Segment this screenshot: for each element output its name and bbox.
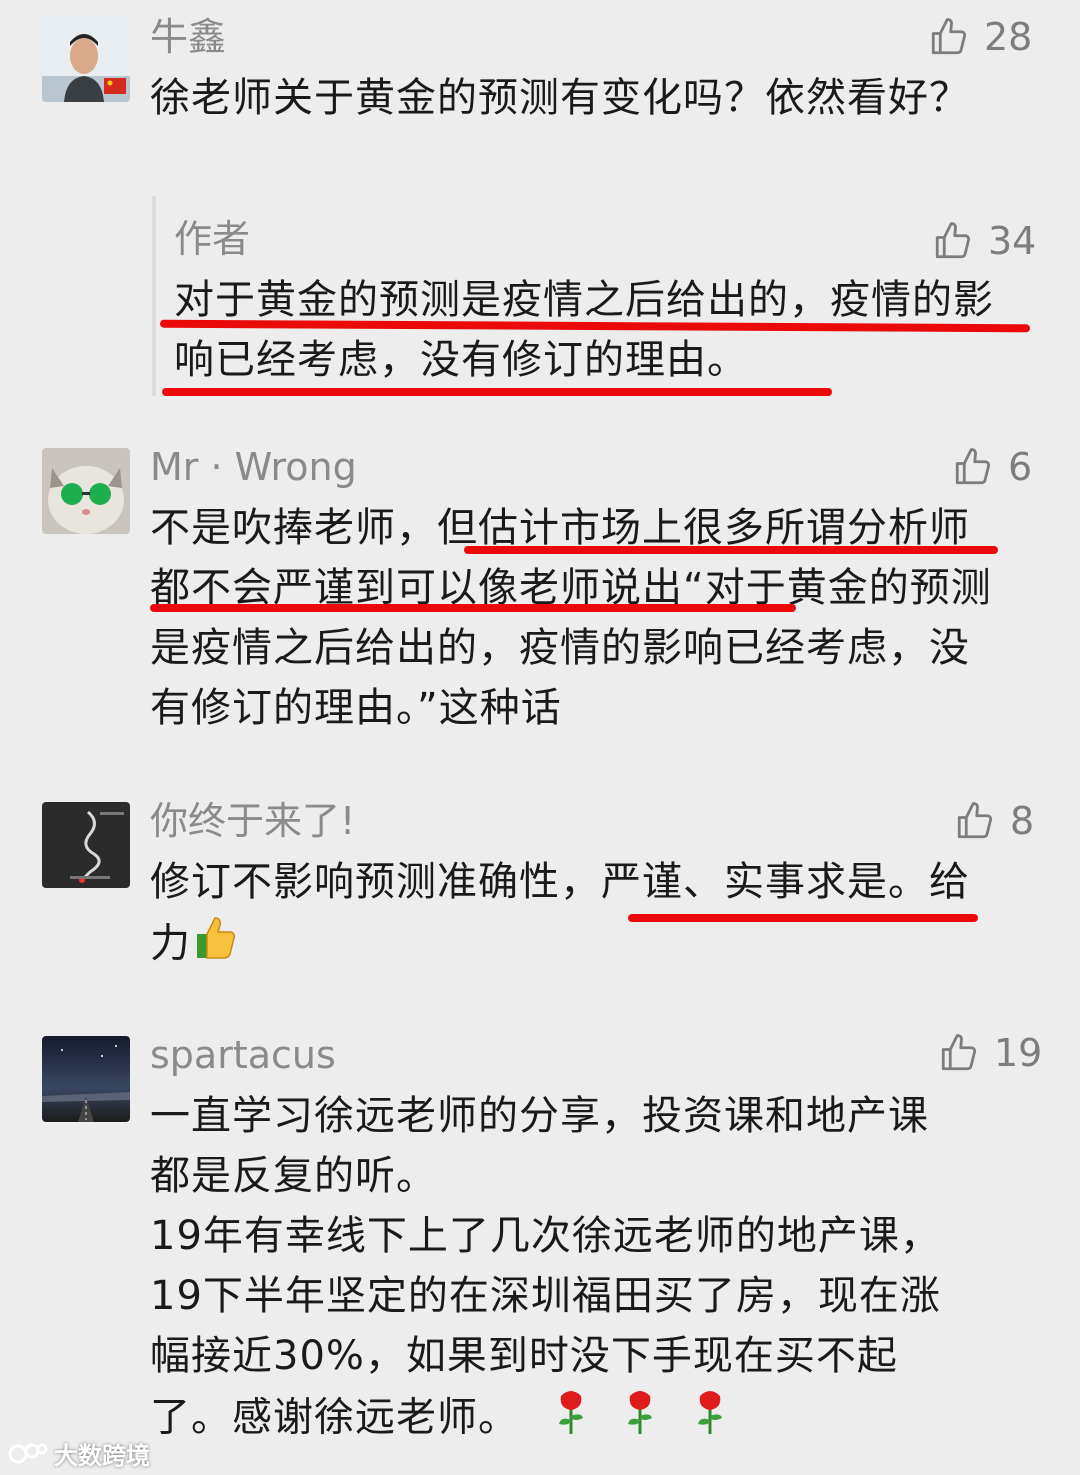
comment-text: 一直学习徐远老师的分享，投资课和地产课 都是反复的听。 19年有幸线下上了几次徐… bbox=[150, 1086, 1030, 1453]
watermark: 大数跨境 bbox=[8, 1436, 150, 1471]
watermark-logo-icon bbox=[8, 1443, 48, 1463]
red-underline bbox=[162, 388, 832, 396]
comment-line: 19年有幸线下上了几次徐远老师的地产课， bbox=[150, 1213, 941, 1259]
like-button[interactable]: 6 bbox=[952, 446, 1032, 488]
reply-author-name: 作者 bbox=[174, 217, 251, 261]
like-button[interactable]: 28 bbox=[928, 16, 1032, 58]
commenter-name: 牛鑫 bbox=[150, 15, 227, 59]
comment-line-text: 了。感谢徐远老师。 bbox=[150, 1394, 519, 1441]
thumbs-up-icon bbox=[957, 802, 993, 839]
comment-text: 徐老师关于黄金的预测有变化吗？依然看好？ bbox=[150, 75, 970, 121]
like-count: 6 bbox=[1008, 445, 1033, 489]
red-underline bbox=[464, 546, 998, 554]
comment-line: 都是反复的听。 bbox=[150, 1153, 437, 1199]
thumbs-up-icon bbox=[955, 448, 991, 485]
commenter-name: spartacus bbox=[150, 1033, 336, 1077]
avatar[interactable] bbox=[42, 448, 130, 534]
commenter-name: Mr · Wrong bbox=[150, 445, 357, 489]
thumbs-up-icon bbox=[931, 18, 967, 55]
commenter-name: 你终于来了! bbox=[150, 799, 356, 843]
comment-line: 了。感谢徐远老师。 bbox=[150, 1386, 1030, 1453]
red-underline bbox=[628, 914, 978, 922]
like-count: 19 bbox=[994, 1031, 1043, 1075]
comment-text-content: 修订不影响预测准确性，严谨、实事求是。给力 bbox=[150, 859, 970, 967]
rose-icon bbox=[622, 1386, 658, 1453]
comment-line: 19下半年坚定的在深圳福田买了房，现在涨 bbox=[150, 1273, 941, 1319]
thumbs-up-emoji bbox=[191, 912, 241, 979]
red-underline bbox=[150, 604, 796, 612]
rose-icon bbox=[692, 1386, 728, 1453]
comment-line: 一直学习徐远老师的分享，投资课和地产课 bbox=[150, 1093, 929, 1139]
comment-text: 不是吹捧老师，但估计市场上很多所谓分析师都不会严谨到可以像老师说出“对于黄金的预… bbox=[150, 505, 992, 731]
author-reply: 作者 34 对于黄金的预测是疫情之后给出的，疫情的影响已经考虑，没有修订的理由。 bbox=[152, 196, 1046, 396]
thumbs-up-icon bbox=[935, 222, 971, 259]
avatar[interactable] bbox=[42, 1036, 130, 1122]
like-count: 28 bbox=[984, 15, 1033, 59]
like-button[interactable]: 8 bbox=[954, 800, 1034, 842]
avatar[interactable] bbox=[42, 802, 130, 888]
avatar[interactable] bbox=[42, 16, 130, 102]
like-button[interactable]: 19 bbox=[938, 1032, 1042, 1074]
rose-icon bbox=[553, 1386, 589, 1453]
reply-like-button[interactable]: 34 bbox=[932, 220, 1036, 262]
watermark-text: 大数跨境 bbox=[54, 1442, 150, 1470]
like-count: 8 bbox=[1010, 799, 1035, 843]
comment-line: 幅接近30%，如果到时没下手现在买不起 bbox=[150, 1333, 898, 1379]
thumbs-up-icon bbox=[941, 1034, 977, 1071]
like-count: 34 bbox=[988, 219, 1037, 263]
